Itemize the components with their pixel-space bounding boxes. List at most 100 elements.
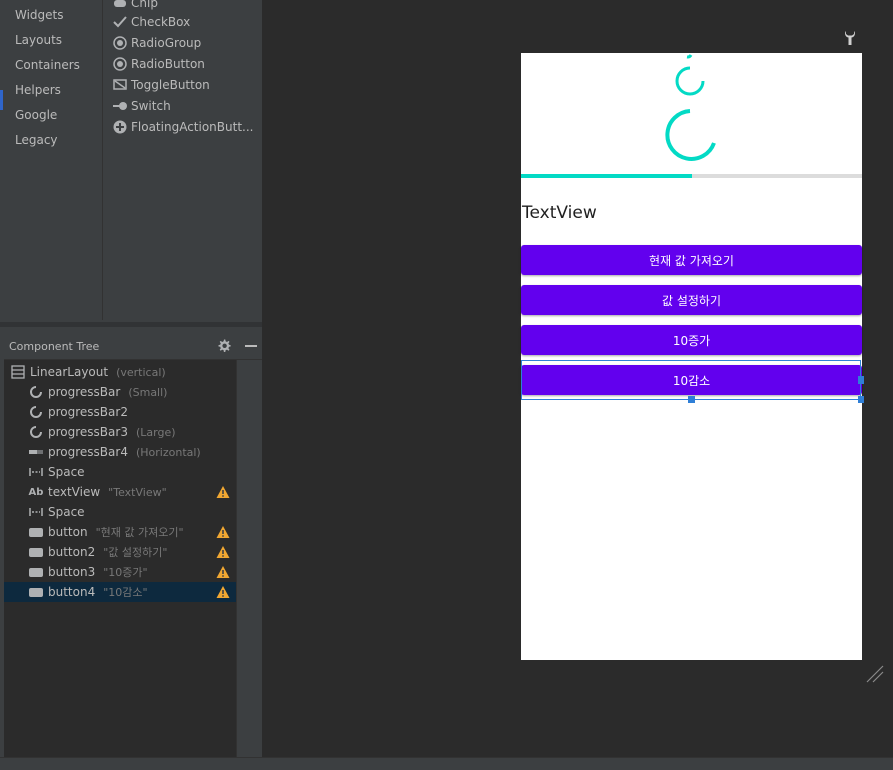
space-icon	[28, 465, 44, 479]
radio-icon	[113, 57, 127, 71]
progress-circle-icon	[28, 425, 44, 439]
resize-grip-icon[interactable]	[865, 664, 885, 684]
checkmark-icon	[113, 15, 127, 29]
chip-icon	[113, 0, 127, 10]
tree-row-meta: (Horizontal)	[135, 445, 201, 459]
gear-icon[interactable]	[216, 338, 232, 354]
button-set-value[interactable]: 값 설정하기	[521, 285, 862, 315]
resize-handle-corner[interactable]	[858, 396, 864, 403]
tree-row-progressbar3[interactable]: progressBar3 (Large)	[4, 422, 236, 442]
tree-row-meta: "10감소"	[103, 586, 148, 599]
button-get-value[interactable]: 현재 값 가져오기	[521, 245, 862, 275]
space-icon	[28, 505, 44, 519]
progress-bar-fill	[521, 174, 692, 178]
category-containers[interactable]: Containers	[15, 58, 80, 72]
warning-icon[interactable]	[216, 585, 230, 599]
resize-handle-bottom[interactable]	[688, 396, 695, 403]
progress-horizontal-icon	[28, 445, 44, 459]
panel-splitter[interactable]	[0, 322, 262, 327]
toggle-button-icon	[113, 78, 127, 92]
tree-row-button2[interactable]: button2 "값 설정하기"	[4, 542, 236, 562]
palette-item-switch[interactable]: Switch	[113, 96, 171, 116]
progress-circle-icon	[28, 385, 44, 399]
textview[interactable]: TextView	[522, 203, 597, 223]
tree-row-meta: (Large)	[135, 425, 176, 439]
category-layouts[interactable]: Layouts	[15, 33, 62, 47]
tree-row-linearlayout[interactable]: LinearLayout (vertical)	[4, 362, 236, 382]
button-icon	[28, 565, 44, 579]
switch-icon	[113, 99, 127, 113]
palette-item-radiobutton[interactable]: RadioButton	[113, 54, 205, 74]
palette-item-fab[interactable]: FloatingActionButt...	[113, 117, 253, 137]
category-widgets[interactable]: Widgets	[15, 8, 64, 22]
warning-icon[interactable]	[216, 525, 230, 539]
tree-row-name: progressBar	[48, 385, 121, 399]
tree-row-progressbar4[interactable]: progressBar4 (Horizontal)	[4, 442, 236, 462]
button-icon	[28, 545, 44, 559]
palette-categories: Widgets Layouts Containers Helpers Googl…	[0, 0, 100, 160]
warning-icon[interactable]	[216, 545, 230, 559]
textview-icon: Ab	[28, 486, 44, 498]
device-preview[interactable]: TextView 현재 값 가져오기 값 설정하기 10증가 10감소	[521, 53, 864, 660]
warning-icon[interactable]	[216, 485, 230, 499]
tree-row-name: LinearLayout	[30, 365, 109, 379]
component-tree: LinearLayout (vertical) progressBar (Sma…	[4, 360, 237, 757]
button-icon	[28, 525, 44, 539]
tree-row-space[interactable]: Space	[4, 462, 236, 482]
category-legacy[interactable]: Legacy	[15, 133, 58, 147]
tree-row-name: Space	[48, 505, 85, 519]
tree-row-name: progressBar2	[48, 405, 128, 419]
tree-row-meta: "현재 값 가져오기"	[95, 526, 184, 539]
progress-bar-horizontal[interactable]	[521, 174, 862, 178]
palette-item-label: FloatingActionButt...	[131, 120, 254, 134]
wrench-icon[interactable]	[843, 30, 857, 46]
tree-row-meta: "TextView"	[108, 485, 167, 499]
button-increase[interactable]: 10증가	[521, 325, 862, 355]
tree-row-name: Space	[48, 465, 85, 479]
component-tree-header: Component Tree	[4, 333, 262, 360]
tree-row-meta: "10증가"	[103, 566, 148, 579]
palette-item-radiogroup[interactable]: RadioGroup	[113, 33, 201, 53]
tree-row-name: button2	[48, 545, 96, 559]
tree-row-progressbar2[interactable]: progressBar2	[4, 402, 236, 422]
tree-row-button[interactable]: button "현재 값 가져오기"	[4, 522, 236, 542]
palette-divider	[102, 0, 103, 320]
fab-icon	[113, 120, 127, 134]
palette-item-label: CheckBox	[131, 15, 191, 29]
tree-row-meta: "값 설정하기"	[103, 546, 168, 559]
palette-item-label: ToggleButton	[131, 78, 210, 92]
progress-spinner-large[interactable]	[661, 109, 721, 169]
progress-spinner-small[interactable]	[671, 53, 711, 105]
tree-row-meta: (Small)	[128, 385, 168, 399]
category-selection-marker	[0, 90, 3, 110]
tree-row-space[interactable]: Space	[4, 502, 236, 522]
tree-row-textview[interactable]: Ab textView "TextView"	[4, 482, 236, 502]
minimize-icon[interactable]	[245, 345, 257, 347]
tree-row-name: button4	[48, 585, 96, 599]
linear-layout-icon	[10, 365, 26, 379]
button-icon	[28, 585, 44, 599]
palette-item-label: Chip	[131, 0, 158, 10]
tree-row-button3[interactable]: button3 "10증가"	[4, 562, 236, 582]
component-tree-title: Component Tree	[9, 340, 100, 353]
palette-item-label: RadioButton	[131, 57, 205, 71]
tree-row-name: progressBar3	[48, 425, 128, 439]
palette-item-label: RadioGroup	[131, 36, 202, 50]
radio-icon	[113, 36, 127, 50]
tree-row-name: progressBar4	[48, 445, 128, 459]
category-helpers[interactable]: Helpers	[15, 83, 61, 97]
tree-row-button4[interactable]: button4 "10감소"	[4, 582, 236, 602]
tree-row-name: textView	[48, 485, 101, 499]
selection-outline	[521, 360, 861, 400]
palette-item-checkbox[interactable]: CheckBox	[113, 12, 190, 32]
resize-handle-right[interactable]	[858, 376, 864, 384]
tree-row-progressbar[interactable]: progressBar (Small)	[4, 382, 236, 402]
tree-row-name: button	[48, 525, 88, 539]
category-google[interactable]: Google	[15, 108, 57, 122]
tree-row-name: button3	[48, 565, 96, 579]
warning-icon[interactable]	[216, 565, 230, 579]
status-bar	[0, 757, 893, 770]
palette-item-label: Switch	[131, 99, 171, 113]
tree-row-meta: (vertical)	[116, 365, 166, 379]
palette-item-togglebutton[interactable]: ToggleButton	[113, 75, 210, 95]
